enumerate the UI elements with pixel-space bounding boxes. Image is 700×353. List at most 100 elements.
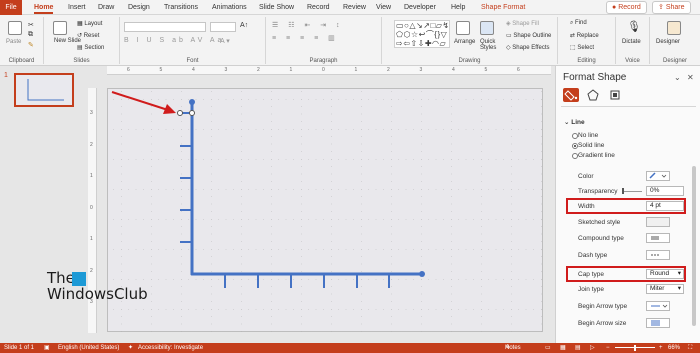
spelling-icon[interactable]: ▣ [44, 343, 50, 353]
zoom-out-icon[interactable]: − [606, 343, 610, 353]
transparency-input[interactable]: 0% [646, 186, 684, 196]
line-end-point[interactable] [189, 99, 195, 105]
slide-sorter-icon[interactable]: ▦ [560, 343, 566, 353]
begin-arrow-size-picker[interactable] [646, 318, 670, 328]
notes-label: Notes [505, 345, 521, 351]
replace-button[interactable]: ⇄ Replace [570, 32, 599, 39]
status-bar: Slide 1 of 1 ▣ English (United States) ✦… [0, 343, 700, 353]
replace-label: Replace [576, 33, 599, 39]
slide-drawing [108, 89, 544, 333]
record-button[interactable]: ● Record [606, 1, 647, 14]
begin-arrow-type-picker[interactable] [646, 301, 670, 311]
line-section-header[interactable]: ⌄ Line [564, 118, 585, 126]
sketched-style-picker[interactable] [646, 217, 670, 227]
designer-button[interactable]: Designer [656, 39, 680, 45]
grow-font-icon[interactable]: A↑ [240, 22, 248, 29]
tab-view[interactable]: View [376, 0, 391, 15]
transparency-slider-thumb[interactable] [622, 188, 624, 194]
pane-options-chevron-icon[interactable]: ⌄ [674, 73, 681, 82]
thumbnail-shape-preview [27, 79, 64, 101]
layout-button[interactable]: ▦ Layout [77, 20, 102, 27]
reset-button[interactable]: ↺ Reset [77, 32, 99, 39]
fit-to-window-icon[interactable]: ⛶ [688, 343, 692, 353]
dash-type-label: Dash type [578, 252, 608, 259]
font-size-input[interactable] [210, 22, 236, 32]
tab-insert[interactable]: Insert [68, 0, 86, 15]
tab-developer[interactable]: Developer [404, 0, 436, 15]
new-slide-icon[interactable] [53, 21, 67, 35]
tab-draw[interactable]: Draw [98, 0, 114, 15]
shapes-gallery[interactable]: ▭○△↘↗□▱↯⬠⬡☆↩⌒{}▽⇨⇦⇧⇩✚◠▱☁ [394, 20, 450, 48]
select-button[interactable]: ⬚ Select [570, 44, 594, 51]
slide-thumbnail[interactable] [14, 73, 74, 107]
microphone-icon[interactable]: 🎙 [627, 20, 641, 33]
zoom-level[interactable]: 66% [668, 343, 680, 353]
align-buttons[interactable]: ≡ ≡ ≡ ≡ ▥ [272, 34, 339, 42]
ruler-h-label: 3 [419, 67, 423, 73]
group-drawing: ▭○△↘↗□▱↯⬠⬡☆↩⌒{}▽⇨⇦⇧⇩✚◠▱☁ Arrange Quick S… [382, 17, 558, 64]
tab-file[interactable]: File [0, 0, 22, 15]
shape-outline-button[interactable]: ▭ Shape Outline [506, 32, 551, 39]
shape-fill-button[interactable]: ◈ Shape Fill [506, 20, 539, 27]
ruler-h-label: 2 [257, 67, 260, 73]
gradient-line-label: Gradient line [578, 152, 615, 159]
font-color-icon[interactable]: A ▾ [220, 37, 230, 45]
compound-type-picker[interactable] [646, 233, 670, 243]
tab-design[interactable]: Design [128, 0, 150, 15]
font-format-buttons[interactable]: B I U S ab AV Aa [124, 37, 224, 44]
tab-help[interactable]: Help [451, 0, 465, 15]
reading-view-icon[interactable]: ▤ [575, 343, 581, 353]
color-picker[interactable] [646, 171, 670, 181]
selection-handle[interactable] [189, 110, 195, 116]
selection-handle[interactable] [177, 110, 183, 116]
quick-styles-icon[interactable] [480, 21, 494, 35]
size-properties-tab[interactable] [609, 89, 621, 101]
accessibility-status[interactable]: Accessibility: Investigate [138, 343, 203, 353]
ribbon: Paste ✂ ⧉ ✎ Clipboard New Slide ▦ Layout… [0, 15, 700, 66]
cut-icon[interactable]: ✂ [28, 21, 34, 29]
section-button[interactable]: ▤ Section [77, 44, 104, 51]
font-name-input[interactable] [124, 22, 206, 32]
paste-icon[interactable] [8, 21, 22, 35]
list-buttons[interactable]: ☰ ☷ ⇤ ⇥ ↕ [272, 21, 344, 29]
quick-styles-button[interactable]: Quick Styles [480, 39, 502, 51]
arrange-button[interactable]: Arrange [454, 39, 475, 45]
slide[interactable] [107, 88, 544, 333]
tab-slide-show[interactable]: Slide Show [259, 0, 294, 15]
effects-tab[interactable] [587, 89, 599, 101]
share-button[interactable]: ⇪ Share [652, 1, 691, 14]
tab-home[interactable]: Home [34, 0, 54, 15]
tab-review[interactable]: Review [343, 0, 366, 15]
dictate-button[interactable]: Dictate [622, 39, 641, 45]
ruler-h-label: 5 [159, 67, 163, 73]
close-icon[interactable]: ✕ [687, 73, 694, 82]
find-button[interactable]: ⌕ Find [570, 20, 587, 27]
ruler-h-label: 5 [484, 67, 488, 73]
tab-transitions[interactable]: Transitions [164, 0, 198, 15]
format-shape-pane: Format Shape ⌄ ✕ ⌄ Line No line Solid li… [555, 66, 700, 343]
tab-animations[interactable]: Animations [212, 0, 247, 15]
horizontal-ruler[interactable]: 6 5 4 3 2 1 0 1 2 3 4 5 6 [107, 66, 551, 75]
transparency-slider-track[interactable] [622, 191, 642, 192]
language-status[interactable]: English (United States) [58, 343, 119, 353]
ruler-h-label: 1 [289, 67, 293, 73]
tab-shape-format[interactable]: Shape Format [481, 0, 525, 15]
format-painter-icon[interactable]: ✎ [28, 41, 34, 49]
arrow-size-icon [651, 320, 660, 326]
fill-line-tab[interactable] [563, 88, 579, 102]
pane-scrollbar[interactable] [692, 166, 696, 326]
shape-effects-button[interactable]: ◇ Shape Effects [506, 44, 550, 51]
join-type-select[interactable]: Miter ▾ [646, 284, 684, 294]
dash-type-picker[interactable] [646, 250, 670, 260]
zoom-slider-thumb[interactable] [634, 345, 636, 351]
group-slides: New Slide ▦ Layout ↺ Reset ▤ Section Sli… [44, 17, 120, 64]
arrange-icon[interactable] [456, 21, 470, 35]
designer-icon[interactable] [667, 21, 681, 35]
group-label-drawing: Drawing [458, 58, 481, 64]
copy-icon[interactable]: ⧉ [28, 31, 33, 39]
normal-view-icon[interactable]: ▭ [545, 343, 551, 353]
line-end-point[interactable] [419, 271, 425, 277]
tab-record[interactable]: Record [307, 0, 330, 15]
zoom-in-icon[interactable]: + [659, 343, 663, 353]
slideshow-icon[interactable]: ▷ [590, 343, 595, 353]
